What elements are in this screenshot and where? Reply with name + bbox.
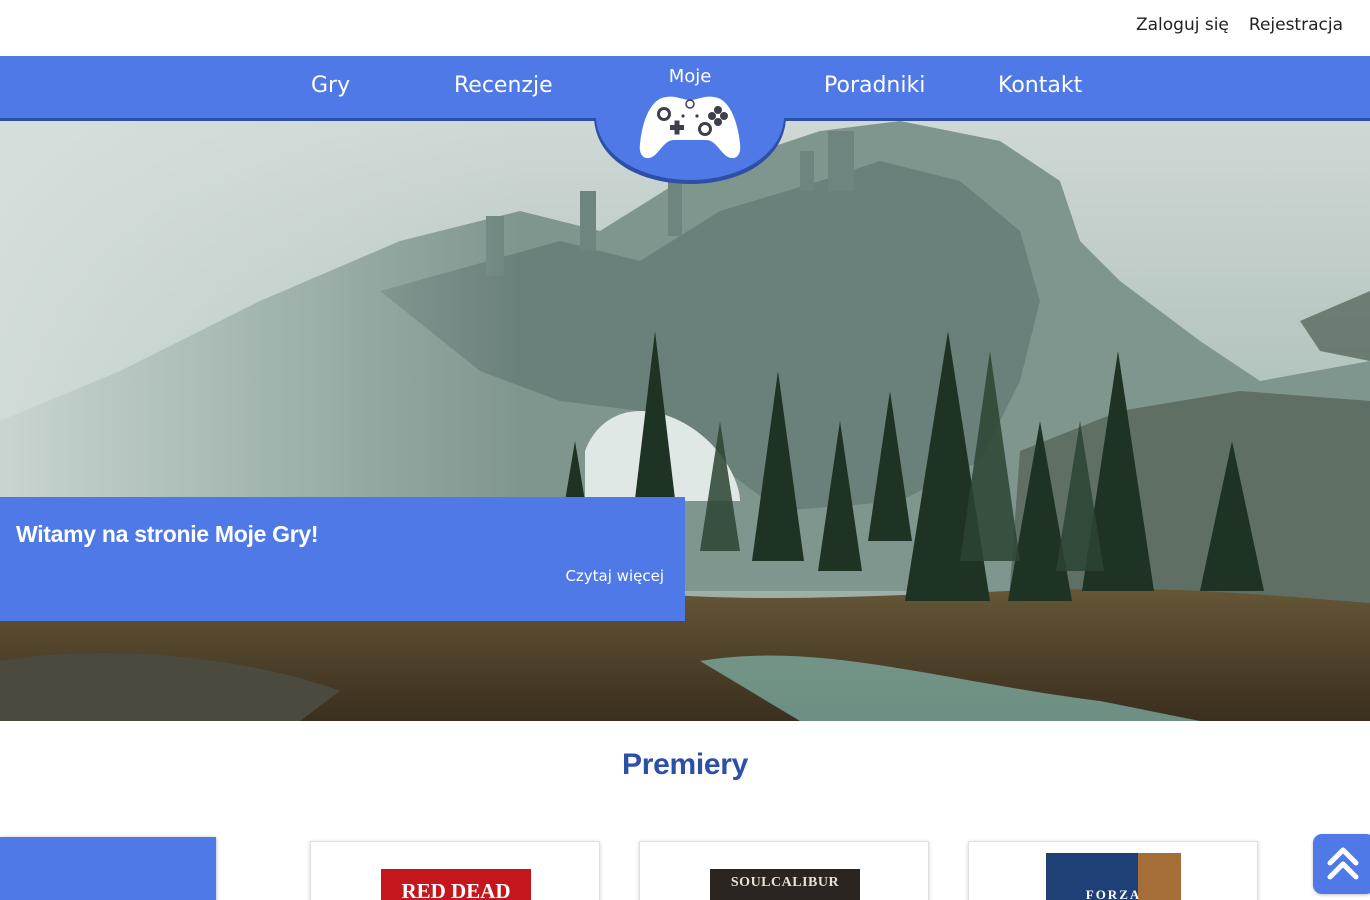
game-cover-image: SOULCALIBUR xyxy=(710,869,860,900)
nav-item-games[interactable]: Gry xyxy=(311,73,350,98)
nav-item-guides[interactable]: Poradniki xyxy=(824,73,925,98)
game-cover-image: RED DEAD xyxy=(381,869,531,900)
page: Zaloguj się Rejestracja Gry Recenzje Por… xyxy=(0,0,1370,900)
nav-item-reviews[interactable]: Recenzje xyxy=(454,73,553,98)
cover-title: RED DEAD xyxy=(401,879,511,900)
login-link[interactable]: Zaloguj się xyxy=(1136,15,1229,35)
nav-item-contact[interactable]: Kontakt xyxy=(998,73,1082,98)
premieres-heading: Premiery xyxy=(621,748,749,781)
hero-landscape-image xyxy=(0,121,1370,721)
welcome-title: Witamy na stronie Moje Gry! xyxy=(16,521,319,547)
premiere-card-forza[interactable]: FORZA xyxy=(968,841,1258,900)
site-logo[interactable]: Moje Gry xyxy=(592,56,788,186)
scroll-top-button[interactable] xyxy=(1313,834,1370,894)
game-cover-image: FORZA xyxy=(1046,853,1181,900)
hero-banner: Witamy na stronie Moje Gry! Czytaj więce… xyxy=(0,121,1370,721)
top-bar: Zaloguj się Rejestracja xyxy=(0,0,1370,56)
side-panel xyxy=(0,837,216,900)
read-more-link[interactable]: Czytaj więcej xyxy=(565,567,664,585)
double-chevron-up-icon xyxy=(1327,847,1359,880)
premiere-card-soulcalibur[interactable]: SOULCALIBUR xyxy=(639,841,929,900)
auth-links: Zaloguj się Rejestracja xyxy=(1136,15,1343,35)
logo-text-bottom: Gry xyxy=(672,150,708,171)
premiere-card-red-dead[interactable]: RED DEAD xyxy=(310,841,600,900)
welcome-panel: Witamy na stronie Moje Gry! Czytaj więce… xyxy=(0,497,685,621)
cover-art-accent xyxy=(1138,853,1181,900)
cover-title: SOULCALIBUR xyxy=(730,875,840,890)
logo-text-top: Moje xyxy=(668,66,712,87)
register-link[interactable]: Rejestracja xyxy=(1249,15,1343,35)
